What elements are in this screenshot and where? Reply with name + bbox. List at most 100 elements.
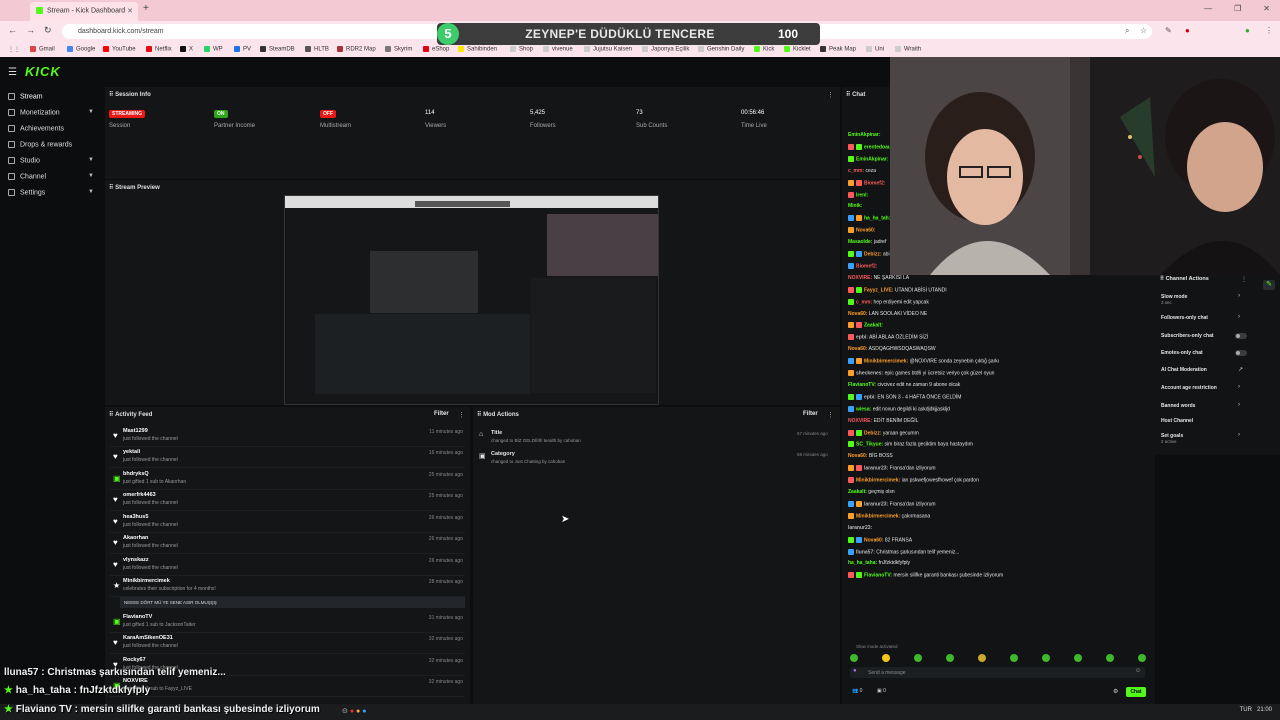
chat-username[interactable]: c_mm: — [856, 299, 872, 305]
chat-username[interactable]: Minik: — [848, 203, 862, 209]
emote-picker-icon[interactable]: ● — [853, 668, 857, 674]
back-icon[interactable]: ← — [8, 25, 17, 35]
chat-message[interactable]: Zaakalt: geçmiş olsn — [848, 489, 895, 495]
chat-message[interactable]: Nova60: 82 FRANSA — [848, 536, 912, 543]
chat-message[interactable]: Minik: — [848, 203, 862, 209]
pen-icon[interactable]: ✎ — [1165, 26, 1172, 35]
bookmark-rdr2[interactable]: RDR2 Map — [337, 46, 376, 53]
stream-preview-video[interactable] — [284, 195, 659, 405]
chevron-right-icon[interactable]: › — [1238, 314, 1240, 320]
chat-message[interactable]: Debizz: yaraan gecumm — [848, 429, 919, 436]
emote-icon[interactable] — [882, 654, 890, 662]
bookmark-wp[interactable]: WP — [204, 46, 223, 53]
chat-message[interactable]: c_mm: ceza — [848, 168, 876, 174]
maximize-icon[interactable]: ❐ — [1234, 4, 1241, 13]
mod-filter-button[interactable]: Filter — [803, 411, 818, 417]
bookmark-gmail[interactable]: Gmail — [30, 46, 55, 53]
chat-username[interactable]: Nova60: — [848, 453, 867, 459]
chat-message[interactable]: Nova60: — [848, 227, 875, 234]
activity-row[interactable]: ♥ Akaorhan just followed the channel 26 min… — [110, 534, 465, 554]
chat-message[interactable]: Biomef2: — [848, 262, 877, 269]
emote-icon[interactable] — [850, 654, 858, 662]
chat-message[interactable]: ha_ha_tah: — [848, 215, 890, 222]
chat-message[interactable]: Fayyz_LIVE: UTANDI ABİSİ UTANDI — [848, 286, 947, 293]
chat-message[interactable]: laranur23: Fransa'dan izliyorum — [848, 500, 936, 507]
chat-message[interactable]: FlavianoTV: mersin silifke garanti banka… — [848, 572, 1003, 579]
sidebar-item-drops[interactable]: Drops & rewards — [8, 141, 100, 152]
activity-username[interactable]: omerfrk4463 — [123, 492, 156, 498]
channel-actions-menu-icon[interactable]: ⋮ — [1241, 276, 1247, 283]
emote-icon[interactable] — [914, 654, 922, 662]
chat-username[interactable]: Biomef2: — [856, 263, 877, 269]
clock[interactable]: 21:00 — [1257, 707, 1272, 713]
channel-action-item[interactable]: Set goals 2 active — [1161, 433, 1183, 445]
chat-message[interactable]: Nova60: BİG BOSS — [848, 453, 893, 459]
chat-username[interactable]: SC_Tikyue: — [856, 442, 883, 448]
activity-row[interactable]: ▣ bhdryksQ just gifted 1 sub to Akaorhan 25… — [110, 470, 465, 490]
external-link-icon[interactable]: ↗ — [1238, 366, 1243, 373]
hamburger-menu-icon[interactable]: ☰ — [8, 67, 17, 78]
chat-username[interactable]: ha_ha_tah: — [864, 216, 890, 222]
bookmark-star-icon[interactable]: ☆ — [1140, 26, 1147, 35]
activity-row[interactable]: ♥ hea3hus5 just followed the channel 26 min… — [110, 513, 465, 533]
bookmark-kicklet[interactable]: Kicklet — [784, 46, 811, 53]
emote-icon[interactable] — [978, 654, 986, 662]
chevron-right-icon[interactable]: › — [1238, 402, 1240, 408]
chat-username[interactable]: c_mm: — [848, 168, 864, 174]
emote-icon[interactable] — [1106, 654, 1114, 662]
forward-icon[interactable]: → — [26, 25, 35, 35]
chat-username[interactable]: FlavianoTV: — [864, 573, 892, 579]
bookmark-skyrim[interactable]: Skyrim — [385, 46, 412, 53]
chat-message[interactable]: Zaakalt: — [848, 322, 883, 329]
chat-message[interactable]: NOXVIRE: NE ŞARKISI LA — [848, 275, 909, 281]
bookmark-vivenue[interactable]: vivenue — [543, 46, 573, 53]
chat-username[interactable]: Minikbirmercimek: — [856, 477, 900, 483]
chat-message[interactable]: EminAkpinar: — [848, 132, 881, 138]
toggle-switch[interactable] — [1235, 350, 1247, 356]
bookmark-japonya[interactable]: Japonya Eçilik — [642, 46, 689, 53]
bookmark-google[interactable]: Google — [67, 46, 95, 53]
chat-username[interactable]: laranur23: — [864, 501, 888, 507]
activity-row[interactable]: ♥ KaraAmSikenOE31 just followed the channe… — [110, 634, 465, 654]
apps-icon[interactable]: ⋮⋮ — [8, 46, 20, 53]
bookmark-hltb[interactable]: HLTB — [305, 46, 329, 53]
activity-username[interactable]: bhdryksQ — [123, 471, 149, 477]
chat-username[interactable]: NOXVIRE: — [848, 418, 872, 424]
chat-message[interactable]: epbi: EN SON 3 - 4 HAFTA ÖNCE GELDİM — [848, 393, 961, 400]
chat-message[interactable]: wiesa: edit noxun degildi ki askdjdkjjas… — [848, 405, 950, 412]
chat-username[interactable]: Nova60: — [864, 537, 883, 543]
chat-username[interactable]: lluna57: — [856, 549, 875, 555]
chat-username[interactable]: NOXVIRE: — [848, 275, 872, 281]
chat-message[interactable]: lluna57: Christmas şarkısından telif yem… — [848, 548, 959, 555]
chat-message[interactable]: laranur23: Fransa'dan izliyorum — [848, 465, 936, 472]
chat-message[interactable]: erentedoauz: — [848, 143, 895, 150]
activity-filter-button[interactable]: Filter — [434, 411, 449, 417]
activity-row[interactable]: ▣ NOXVIRE just gifted 1 sub to Fayyz_LIVE 3… — [110, 677, 465, 697]
channel-action-item[interactable]: Followers-only chat — [1161, 315, 1208, 321]
emoji-icon[interactable]: ☺ — [1135, 668, 1141, 674]
chat-message[interactable]: c_mm: hep erdiyemi edit yapcak — [848, 298, 929, 305]
wrench-icon[interactable]: ✎ — [1263, 280, 1275, 290]
chat-message[interactable]: Nova60: LAN SOOLAKI VİDEO NE — [848, 311, 927, 317]
chat-username[interactable]: Minikbirmercimek: — [856, 513, 900, 519]
chat-message[interactable]: Biomef2: — [848, 179, 885, 186]
chat-message[interactable]: laranur23: — [848, 525, 872, 531]
chat-send-button[interactable]: Chat — [1126, 687, 1146, 697]
sidebar-item-channel[interactable]: Channel ▼ — [8, 173, 100, 184]
chat-username[interactable]: sheckenes: — [856, 370, 883, 376]
sidebar-item-stream[interactable]: Stream — [8, 93, 100, 104]
chat-username[interactable]: Nova60: — [848, 311, 867, 317]
channel-action-item[interactable]: Emotes-only chat — [1161, 350, 1203, 356]
browser-menu-icon[interactable]: ⋮ — [1265, 26, 1273, 35]
bookmark-steamdb[interactable]: SteamDB — [260, 46, 295, 53]
activity-username[interactable]: hea3hus5 — [123, 514, 148, 520]
activity-username[interactable]: yektali — [123, 449, 140, 455]
activity-menu-icon[interactable]: ⋮ — [458, 411, 465, 419]
bookmark-wraith[interactable]: Wraith — [895, 46, 921, 53]
chat-username[interactable]: ha_ha_taha: — [848, 560, 877, 566]
session-menu-icon[interactable]: ⋮ — [827, 91, 834, 99]
activity-username[interactable]: NOXVIRE — [123, 678, 148, 684]
profile-avatar[interactable]: ● — [1245, 26, 1250, 35]
chat-message[interactable]: sheckenes: epic games btd6 yi ücretsiz v… — [848, 370, 994, 376]
activity-row[interactable]: ★ Minikbirmercimek celebrates their subscr… — [110, 577, 465, 597]
